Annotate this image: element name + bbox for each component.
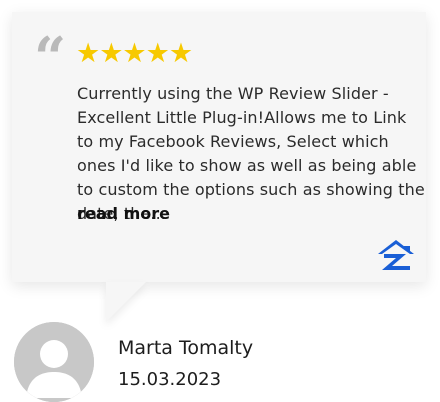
review-date: 15.03.2023: [118, 369, 222, 390]
zillow-logo-icon[interactable]: [374, 234, 418, 274]
quote-icon: “: [34, 25, 67, 91]
review-card: “ ★★★★★ Currently using the WP Review Sl…: [12, 12, 426, 282]
star-rating: ★★★★★: [76, 38, 193, 69]
read-more-link[interactable]: read more: [77, 202, 170, 226]
user-avatar-placeholder-icon: [14, 322, 94, 402]
author-name: Marta Tomalty: [118, 337, 254, 359]
speech-bubble-tail: [106, 282, 146, 322]
